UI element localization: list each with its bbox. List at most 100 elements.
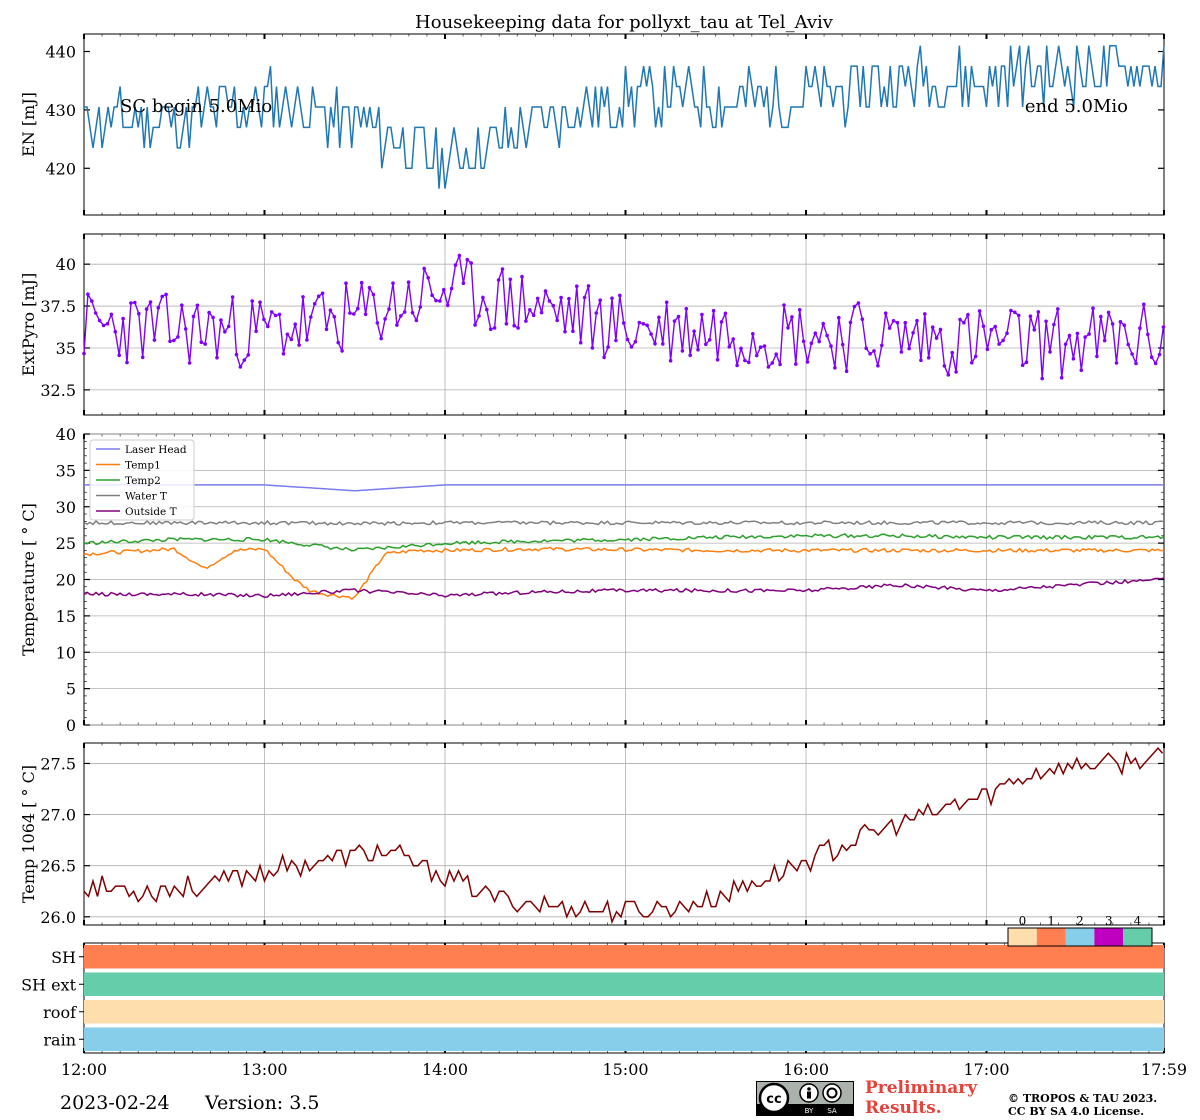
panel-2-point [590,346,595,350]
panel-2-point [852,304,857,309]
panel-2-point [293,322,298,327]
panel-2-point [1134,361,1138,366]
panel-2-point [649,332,653,336]
panel-2-point [1149,355,1154,360]
panel-2-point [903,320,908,325]
panel-2-point [805,360,810,364]
panel-2-point [786,326,790,330]
panel-2-point [653,341,657,346]
panel-2-point [637,320,642,325]
panel-2-point [625,337,630,342]
panel-3-ylabel: Temperature [ ° C] [19,503,38,656]
panel-2-point [332,315,337,319]
panel-2-point [594,311,599,315]
panel-2-point [125,360,129,365]
panel-2-point [273,313,278,318]
panel-2-point [1146,332,1150,337]
legend-label: Laser Head [125,444,187,456]
status-row-label: rain [43,1030,76,1049]
panel-2-point [739,346,743,351]
panel-2-point [688,353,692,358]
panel-2-point [164,292,168,297]
panel-2-point [371,292,376,297]
panel-2-point [813,331,818,336]
panel-2-point [1142,302,1146,307]
panel-2-ytick-label: 40 [56,255,76,274]
colorbar-cell [1123,928,1152,946]
panel-2-point [711,308,716,313]
panel-2-point [606,345,610,349]
panel-2-point [223,330,227,334]
panel-2-point [172,338,176,343]
panel-2-point [86,292,90,297]
panel-2-point [891,319,896,323]
panel-2-point [809,341,814,346]
panel-2-point [226,324,231,329]
panel-2-point [790,315,794,319]
panel-2-point [919,358,923,363]
panel-3-ytick-label: 35 [56,461,76,480]
panel-2-point [930,325,935,330]
panel-2-point [1052,322,1056,327]
panel-2-point [840,342,845,347]
panel-2-point [907,346,911,351]
panel-2-point [176,335,180,339]
panel-2-point [180,303,184,308]
panel-2-point [727,345,732,349]
panel-2-point [363,312,368,317]
panel-2-point [148,300,153,304]
panel-2-point [700,312,704,317]
panel-2-point [1032,328,1037,332]
panel-2-point [876,364,880,368]
panel-2-point [262,317,266,322]
panel-3-series-temp2 [83,533,1165,552]
panel-2-point [1071,356,1076,361]
panel-4-ylabel: Temp 1064 [ ° C] [19,765,38,903]
panel-2-point [152,338,157,342]
panel-2-point [989,327,994,332]
legend-label: Outside T [125,506,177,518]
panel-2-point [1095,354,1099,359]
panel-2-point [531,313,536,318]
panel-2-point [524,319,528,323]
panel-2-point [246,353,251,357]
panel-2-point [356,306,360,311]
panel-2-point [449,286,454,291]
panel-2-point [496,278,501,282]
panel-2-point [445,303,450,308]
panel-2-point [1126,342,1130,347]
panel-2-point [137,311,141,316]
panel-2-point [981,324,986,329]
panel-2-point [414,318,419,323]
panel-2-point [668,358,673,363]
legend-label: Temp1 [125,460,161,472]
x-tick-label: 17:00 [963,1060,1009,1079]
panel-2-point [426,276,431,280]
panel-2-point [586,284,591,288]
panel-2-point [1067,333,1072,338]
panel-3-series-laser-head [84,484,1164,492]
colorbar-cell [1036,928,1066,946]
x-tick-label: 15:00 [602,1060,648,1079]
panel-3-series-outside-t [83,577,1165,598]
panel-2-point [1009,308,1013,313]
panel-2-point [367,285,372,290]
panel-2-point [923,312,927,316]
panel-3-ytick-label: 25 [56,534,76,553]
panel-2-point [664,300,669,305]
panel-2-point [762,344,767,348]
panel-2-point [872,349,876,353]
panel-2-point [676,314,681,319]
panel-2-point [101,323,106,328]
panel-2-point [645,323,649,328]
panel-3-ytick-label: 40 [56,425,76,444]
panel-2-point [1048,350,1052,354]
panel-2-point [950,350,954,355]
panel-2-point [289,337,294,342]
chart-title: Housekeeping data for pollyxt_tau at Tel… [415,12,834,33]
copyright-notice: © TROPOS & TAU 2023. CC BY SA 4.0 Licens… [1008,1092,1157,1118]
panel-2-point [234,352,239,357]
panel-2-point [911,331,915,335]
panel-2-point [797,308,802,312]
panel-2-point [375,321,380,325]
